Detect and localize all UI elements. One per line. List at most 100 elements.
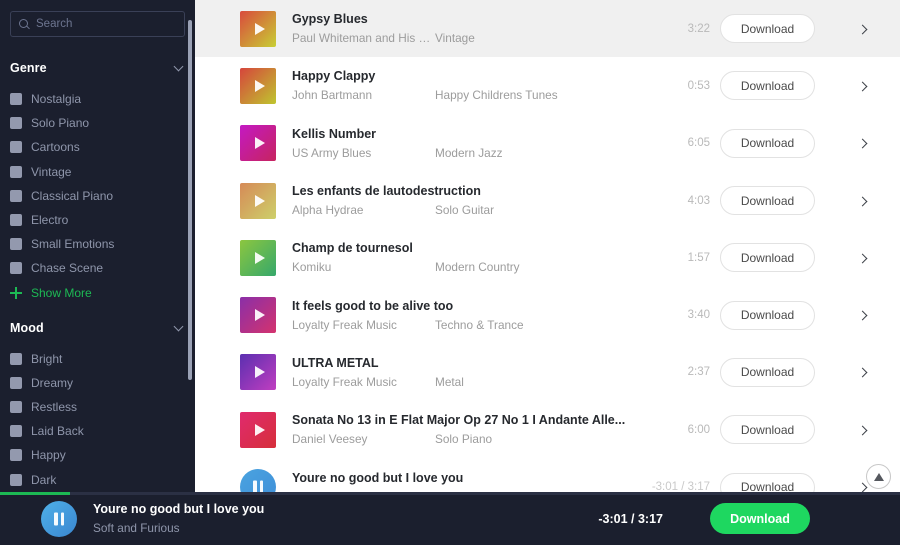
facet-item-dreamy[interactable]: Dreamy: [10, 371, 185, 395]
facet-item-nostalgia[interactable]: Nostalgia: [10, 87, 185, 111]
checkbox[interactable]: [10, 93, 22, 106]
track-artwork[interactable]: [240, 182, 276, 219]
chevron-right-icon[interactable]: [856, 423, 870, 437]
checkbox[interactable]: [10, 352, 22, 365]
play-icon: [255, 79, 265, 92]
track-row[interactable]: Kellis Number US Army Blues Modern Jazz 6:0…: [195, 115, 900, 172]
facet-group-genre: Genre Nostalgia Solo Piano Cartoons Vintage C…: [10, 61, 185, 305]
chevron-right-icon[interactable]: [856, 79, 870, 93]
track-artwork[interactable]: [240, 10, 276, 47]
track-genre: Modern Country: [435, 260, 520, 275]
checkbox[interactable]: [10, 238, 22, 251]
facet-item-label: Classical Piano: [31, 188, 114, 203]
checkbox[interactable]: [10, 141, 22, 154]
track-artwork[interactable]: [240, 239, 276, 276]
track-download-button[interactable]: Download: [720, 14, 815, 44]
player-progress-track[interactable]: [0, 492, 900, 495]
facet-item-happy[interactable]: Happy: [10, 443, 185, 467]
track-row[interactable]: It feels good to be alive too Loyalty Fre…: [195, 286, 900, 343]
track-info: Champ de tournesol Komiku Modern Country: [292, 241, 662, 274]
chevron-down-icon[interactable]: [173, 322, 185, 334]
sidebar-scrollbar[interactable]: [188, 20, 192, 380]
track-duration: 3:40: [687, 309, 710, 322]
checkbox[interactable]: [10, 262, 22, 275]
track-duration: 2:37: [687, 366, 710, 379]
chevron-right-icon[interactable]: [856, 136, 870, 150]
track-artwork[interactable]: [240, 354, 276, 391]
track-info: Gypsy Blues Paul Whiteman and His Or... Vi…: [292, 12, 662, 45]
facet-item-chase-scene[interactable]: Chase Scene: [10, 256, 185, 280]
player-artwork[interactable]: [41, 500, 77, 537]
facet-item-vintage[interactable]: Vintage: [10, 160, 185, 184]
facet-item-cartoons[interactable]: Cartoons: [10, 135, 185, 159]
track-artwork[interactable]: [240, 67, 276, 104]
chevron-right-icon[interactable]: [856, 22, 870, 36]
checkbox[interactable]: [10, 214, 22, 227]
checkbox[interactable]: [10, 425, 22, 438]
play-icon: [255, 366, 265, 379]
track-artist: Daniel Veesey: [292, 432, 368, 447]
track-row[interactable]: Sonata No 13 in E Flat Major Op 27 No 1 …: [195, 401, 900, 458]
checkbox[interactable]: [10, 473, 22, 486]
chevron-down-icon[interactable]: [173, 62, 185, 74]
track-subtitle: Daniel Veesey Solo Piano: [292, 432, 662, 446]
facet-item-laid-back[interactable]: Laid Back: [10, 419, 185, 443]
track-info: ULTRA METAL Loyalty Freak Music Metal: [292, 356, 662, 389]
facet-item-classical-piano[interactable]: Classical Piano: [10, 184, 185, 208]
checkbox[interactable]: [10, 400, 22, 413]
facet-item-bright[interactable]: Bright: [10, 347, 185, 371]
search-box[interactable]: [10, 11, 185, 37]
music-library-app: Genre Nostalgia Solo Piano Cartoons Vintage C…: [0, 0, 900, 545]
track-download-button[interactable]: Download: [720, 243, 815, 273]
track-download-button[interactable]: Download: [720, 357, 815, 387]
track-download-button[interactable]: Download: [720, 186, 815, 216]
track-artwork[interactable]: [240, 411, 276, 448]
track-title: Gypsy Blues: [292, 12, 368, 27]
chevron-right-icon[interactable]: [856, 308, 870, 322]
track-info: It feels good to be alive too Loyalty Fre…: [292, 299, 662, 332]
track-download-button[interactable]: Download: [720, 415, 815, 445]
checkbox[interactable]: [10, 449, 22, 462]
track-download-button[interactable]: Download: [720, 71, 815, 101]
checkbox[interactable]: [10, 189, 22, 202]
checkbox[interactable]: [10, 376, 22, 389]
track-row[interactable]: Happy Clappy John Bartmann Happy Childrens…: [195, 57, 900, 114]
track-row[interactable]: Les enfants de lautodestruction Alpha Hyd…: [195, 172, 900, 229]
facet-item-small-emotions[interactable]: Small Emotions: [10, 232, 185, 256]
pause-icon: [54, 512, 64, 525]
facet-item-electro[interactable]: Electro: [10, 208, 185, 232]
show-more-button[interactable]: Show More: [10, 281, 185, 305]
facet-item-solo-piano[interactable]: Solo Piano: [10, 111, 185, 135]
facet-item-label: Happy: [31, 448, 66, 463]
checkbox[interactable]: [10, 165, 22, 178]
track-download-button[interactable]: Download: [720, 128, 815, 158]
scroll-to-top-button[interactable]: [866, 464, 891, 489]
facet-header-mood[interactable]: Mood: [10, 321, 185, 335]
track-title: Kellis Number: [292, 126, 377, 141]
facet-title: Mood: [10, 320, 44, 335]
track-row[interactable]: Gypsy Blues Paul Whiteman and His Or... Vi…: [195, 0, 900, 58]
facet-header-genre[interactable]: Genre: [10, 61, 185, 75]
facet-item-dark[interactable]: Dark: [10, 467, 185, 491]
track-artwork[interactable]: [240, 297, 276, 334]
chevron-right-icon[interactable]: [856, 194, 870, 208]
player-download-button[interactable]: Download: [710, 503, 810, 534]
track-genre: Metal: [435, 374, 464, 389]
track-subtitle: US Army Blues Modern Jazz: [292, 146, 662, 160]
track-row[interactable]: ULTRA METAL Loyalty Freak Music Metal 2:37 D…: [195, 344, 900, 401]
track-row[interactable]: Champ de tournesol Komiku Modern Country 1:…: [195, 229, 900, 286]
search-input[interactable]: [36, 18, 176, 30]
track-duration: 3:22: [687, 22, 710, 35]
track-artwork[interactable]: [240, 125, 276, 162]
facet-item-restless[interactable]: Restless: [10, 395, 185, 419]
play-icon: [255, 194, 265, 207]
track-list: Gypsy Blues Paul Whiteman and His Or... Vi…: [195, 0, 900, 516]
play-icon: [255, 251, 265, 264]
player-bar: Youre no good but I love you Soft and Fu…: [0, 492, 900, 545]
track-download-button[interactable]: Download: [720, 300, 815, 330]
checkbox[interactable]: [10, 117, 22, 130]
sidebar-content: Genre Nostalgia Solo Piano Cartoons Vintage C…: [0, 0, 195, 508]
chevron-right-icon[interactable]: [856, 251, 870, 265]
chevron-right-icon[interactable]: [856, 365, 870, 379]
track-title: Sonata No 13 in E Flat Major Op 27 No 1 …: [292, 413, 626, 428]
